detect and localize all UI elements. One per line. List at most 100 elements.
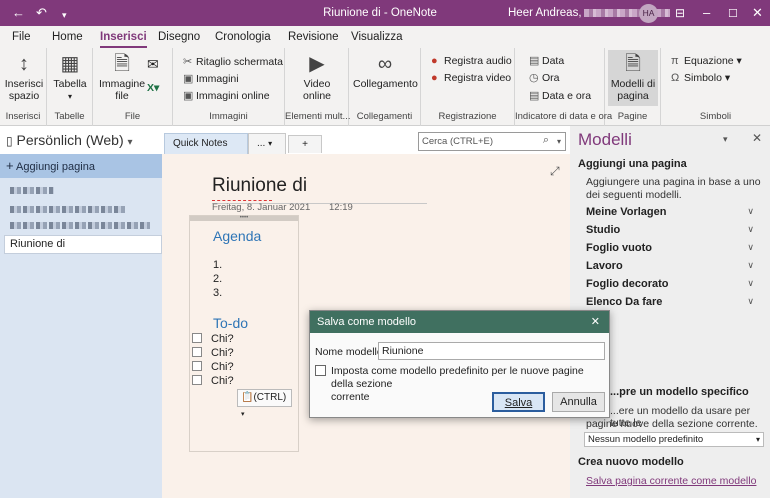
template-category-foglio-decorato[interactable]: Foglio decorato ∨	[586, 278, 756, 290]
template-category-elenco-da-fare[interactable]: Elenco Da fare ∨	[586, 296, 756, 308]
add-section-button[interactable]: +	[288, 135, 322, 153]
avatar[interactable]: HA	[639, 4, 658, 23]
record-audio-button[interactable]: ● Registra audio	[431, 55, 512, 67]
todo-item[interactable]: Chi?	[192, 332, 234, 346]
paste-options-button[interactable]: 📋(CTRL) ▾	[237, 389, 292, 418]
category-label: Studio	[586, 224, 621, 236]
tab-file[interactable]: File	[12, 31, 31, 43]
tab-cronologia[interactable]: Cronologia	[215, 31, 271, 43]
checkbox[interactable]	[192, 375, 202, 385]
chevron-down-icon: ▾	[241, 411, 245, 418]
link-button[interactable]: ∞ Collegamento	[353, 52, 418, 90]
online-images-button[interactable]: ▣ Immagini online	[183, 89, 270, 102]
page-list-pane	[0, 126, 162, 498]
group-label-immagini: Immagini	[209, 111, 248, 122]
save-button[interactable]: Salva	[492, 392, 545, 412]
page-list-item-current[interactable]: Riunione di	[4, 235, 162, 254]
default-template-select[interactable]: Nessun modello predefinito ▾	[584, 432, 764, 447]
page-list-item[interactable]	[10, 206, 126, 213]
table-button[interactable]: ▦ Tabella ▾	[50, 52, 90, 103]
chevron-down-icon: ▾	[556, 137, 561, 146]
agenda-heading[interactable]: Agenda	[213, 228, 261, 244]
search-icon: ⌕	[542, 134, 549, 146]
todo-item[interactable]: Chi?	[192, 360, 234, 374]
checkbox[interactable]	[192, 333, 202, 343]
template-category-meine-vorlagen[interactable]: Meine Vorlagen ∨	[586, 206, 756, 218]
container-drag-handle[interactable]: ••••	[190, 215, 298, 221]
checkbox-label-line-1: Imposta come modello predefinito per le …	[331, 365, 584, 390]
page-list-item[interactable]	[10, 187, 54, 194]
undo-icon[interactable]: ↶	[36, 4, 47, 22]
template-category-studio[interactable]: Studio ∨	[586, 224, 756, 236]
minimize-icon[interactable]: –	[703, 4, 710, 22]
pane-options-icon[interactable]: ▾	[723, 134, 728, 145]
checkbox[interactable]	[192, 347, 202, 357]
tab-disegno[interactable]: Disegno	[158, 31, 200, 43]
todo-list[interactable]: Chi? Chi? Chi? Chi?	[192, 332, 234, 388]
template-name-input[interactable]: Riunione	[378, 342, 605, 360]
online-video-button[interactable]: ▶ Video online	[293, 52, 341, 102]
section-tab-other-label: ...	[257, 138, 266, 149]
group-pagine: 🗎 Modelli di pagina Pagine	[605, 48, 661, 126]
dialog-title-bar: Salva come modello ✕	[310, 311, 609, 333]
agenda-list[interactable]: 1. 2. 3.	[213, 258, 222, 300]
section-tab-other[interactable]: ... ▾	[248, 133, 286, 154]
todo-item-text: Chi?	[211, 347, 234, 359]
template-category-foglio-vuoto[interactable]: Foglio vuoto ∨	[586, 242, 756, 254]
search-input[interactable]: Cerca (CTRL+E) ⌕ ▾	[418, 132, 566, 151]
notebook-selector[interactable]: ▯ Persönlich (Web) ▾	[0, 126, 162, 154]
time-button[interactable]: ◷ Ora	[529, 71, 560, 84]
back-arrow-icon[interactable]: ←	[12, 4, 25, 22]
insert-space-button[interactable]: ↕ Inserisci spazio	[3, 52, 45, 102]
excel-icon[interactable]: X▾	[147, 82, 159, 94]
symbol-button[interactable]: Ω Simbolo ▾	[671, 72, 730, 84]
images-button[interactable]: ▣ Immagini	[183, 72, 239, 85]
date-button[interactable]: ▤ Data	[529, 54, 564, 67]
document-icon: 🗎	[113, 53, 131, 75]
close-icon[interactable]: ✕	[752, 131, 762, 145]
screen-clip-button[interactable]: ✂ Ritaglio schermata	[183, 55, 283, 68]
equation-label: Equazione	[684, 55, 734, 67]
page-title[interactable]: Riunione di	[212, 175, 307, 197]
quick-access-dropdown-icon[interactable]: ▾	[62, 6, 67, 24]
page-template-icon: 🗎	[624, 53, 642, 75]
paste-options-label: (CTRL)	[253, 392, 287, 403]
todo-item[interactable]: Chi?	[192, 346, 234, 360]
ribbon-display-icon[interactable]: ⊟	[675, 4, 685, 22]
page-templates-button[interactable]: 🗎 Modelli di pagina	[608, 50, 658, 106]
close-icon[interactable]: ✕	[591, 311, 600, 333]
todo-heading[interactable]: To-do	[213, 315, 248, 331]
record-audio-icon: ●	[431, 55, 438, 67]
close-icon[interactable]: ✕	[752, 4, 763, 22]
screen-clip-label: Ritaglio schermata	[196, 56, 283, 68]
attach-icon[interactable]: ✉	[147, 56, 159, 73]
todo-item[interactable]: Chi?	[192, 374, 234, 388]
screen-clip-icon: ✂	[183, 56, 193, 68]
section-tab-quick-notes[interactable]: Quick Notes	[164, 133, 248, 154]
template-category-lavoro[interactable]: Lavoro ∨	[586, 260, 756, 272]
default-template-checkbox[interactable]	[315, 365, 326, 376]
group-label-data-ora: Indicatore di data e ora	[515, 111, 613, 122]
maximize-icon[interactable]: ☐	[728, 5, 738, 23]
window-title: Riunione di - OneNote	[323, 7, 437, 19]
page-list-item[interactable]	[10, 222, 150, 229]
chevron-down-icon: ▾	[268, 139, 273, 148]
symbol-label: Simbolo	[684, 72, 722, 84]
tab-revisione[interactable]: Revisione	[288, 31, 339, 43]
expand-icon[interactable]: ⤢	[550, 164, 560, 179]
equation-button[interactable]: π Equazione ▾	[671, 55, 742, 67]
group-file: 🗎 Immagine file ✉ X▾ File	[93, 48, 173, 126]
checkbox[interactable]	[192, 361, 202, 371]
ribbon-tabs: File Home Inserisci Disegno Cronologia R…	[0, 26, 770, 48]
tab-visualizza[interactable]: Visualizza	[351, 31, 403, 43]
add-page-header: Aggiungi una pagina	[578, 158, 687, 170]
record-video-button[interactable]: ● Registra video	[431, 72, 511, 84]
tab-inserisci[interactable]: Inserisci	[100, 31, 147, 48]
cancel-button[interactable]: Annulla	[552, 392, 605, 412]
save-current-page-link[interactable]: Salva pagina corrente come modello	[586, 475, 756, 487]
tab-home[interactable]: Home	[52, 31, 83, 43]
add-page-button[interactable]: + Aggiungi pagina	[0, 154, 162, 178]
date-time-button[interactable]: ▤ Data e ora	[529, 89, 591, 102]
file-image-button[interactable]: 🗎 Immagine file	[99, 52, 145, 102]
record-video-label: Registra video	[444, 72, 512, 84]
